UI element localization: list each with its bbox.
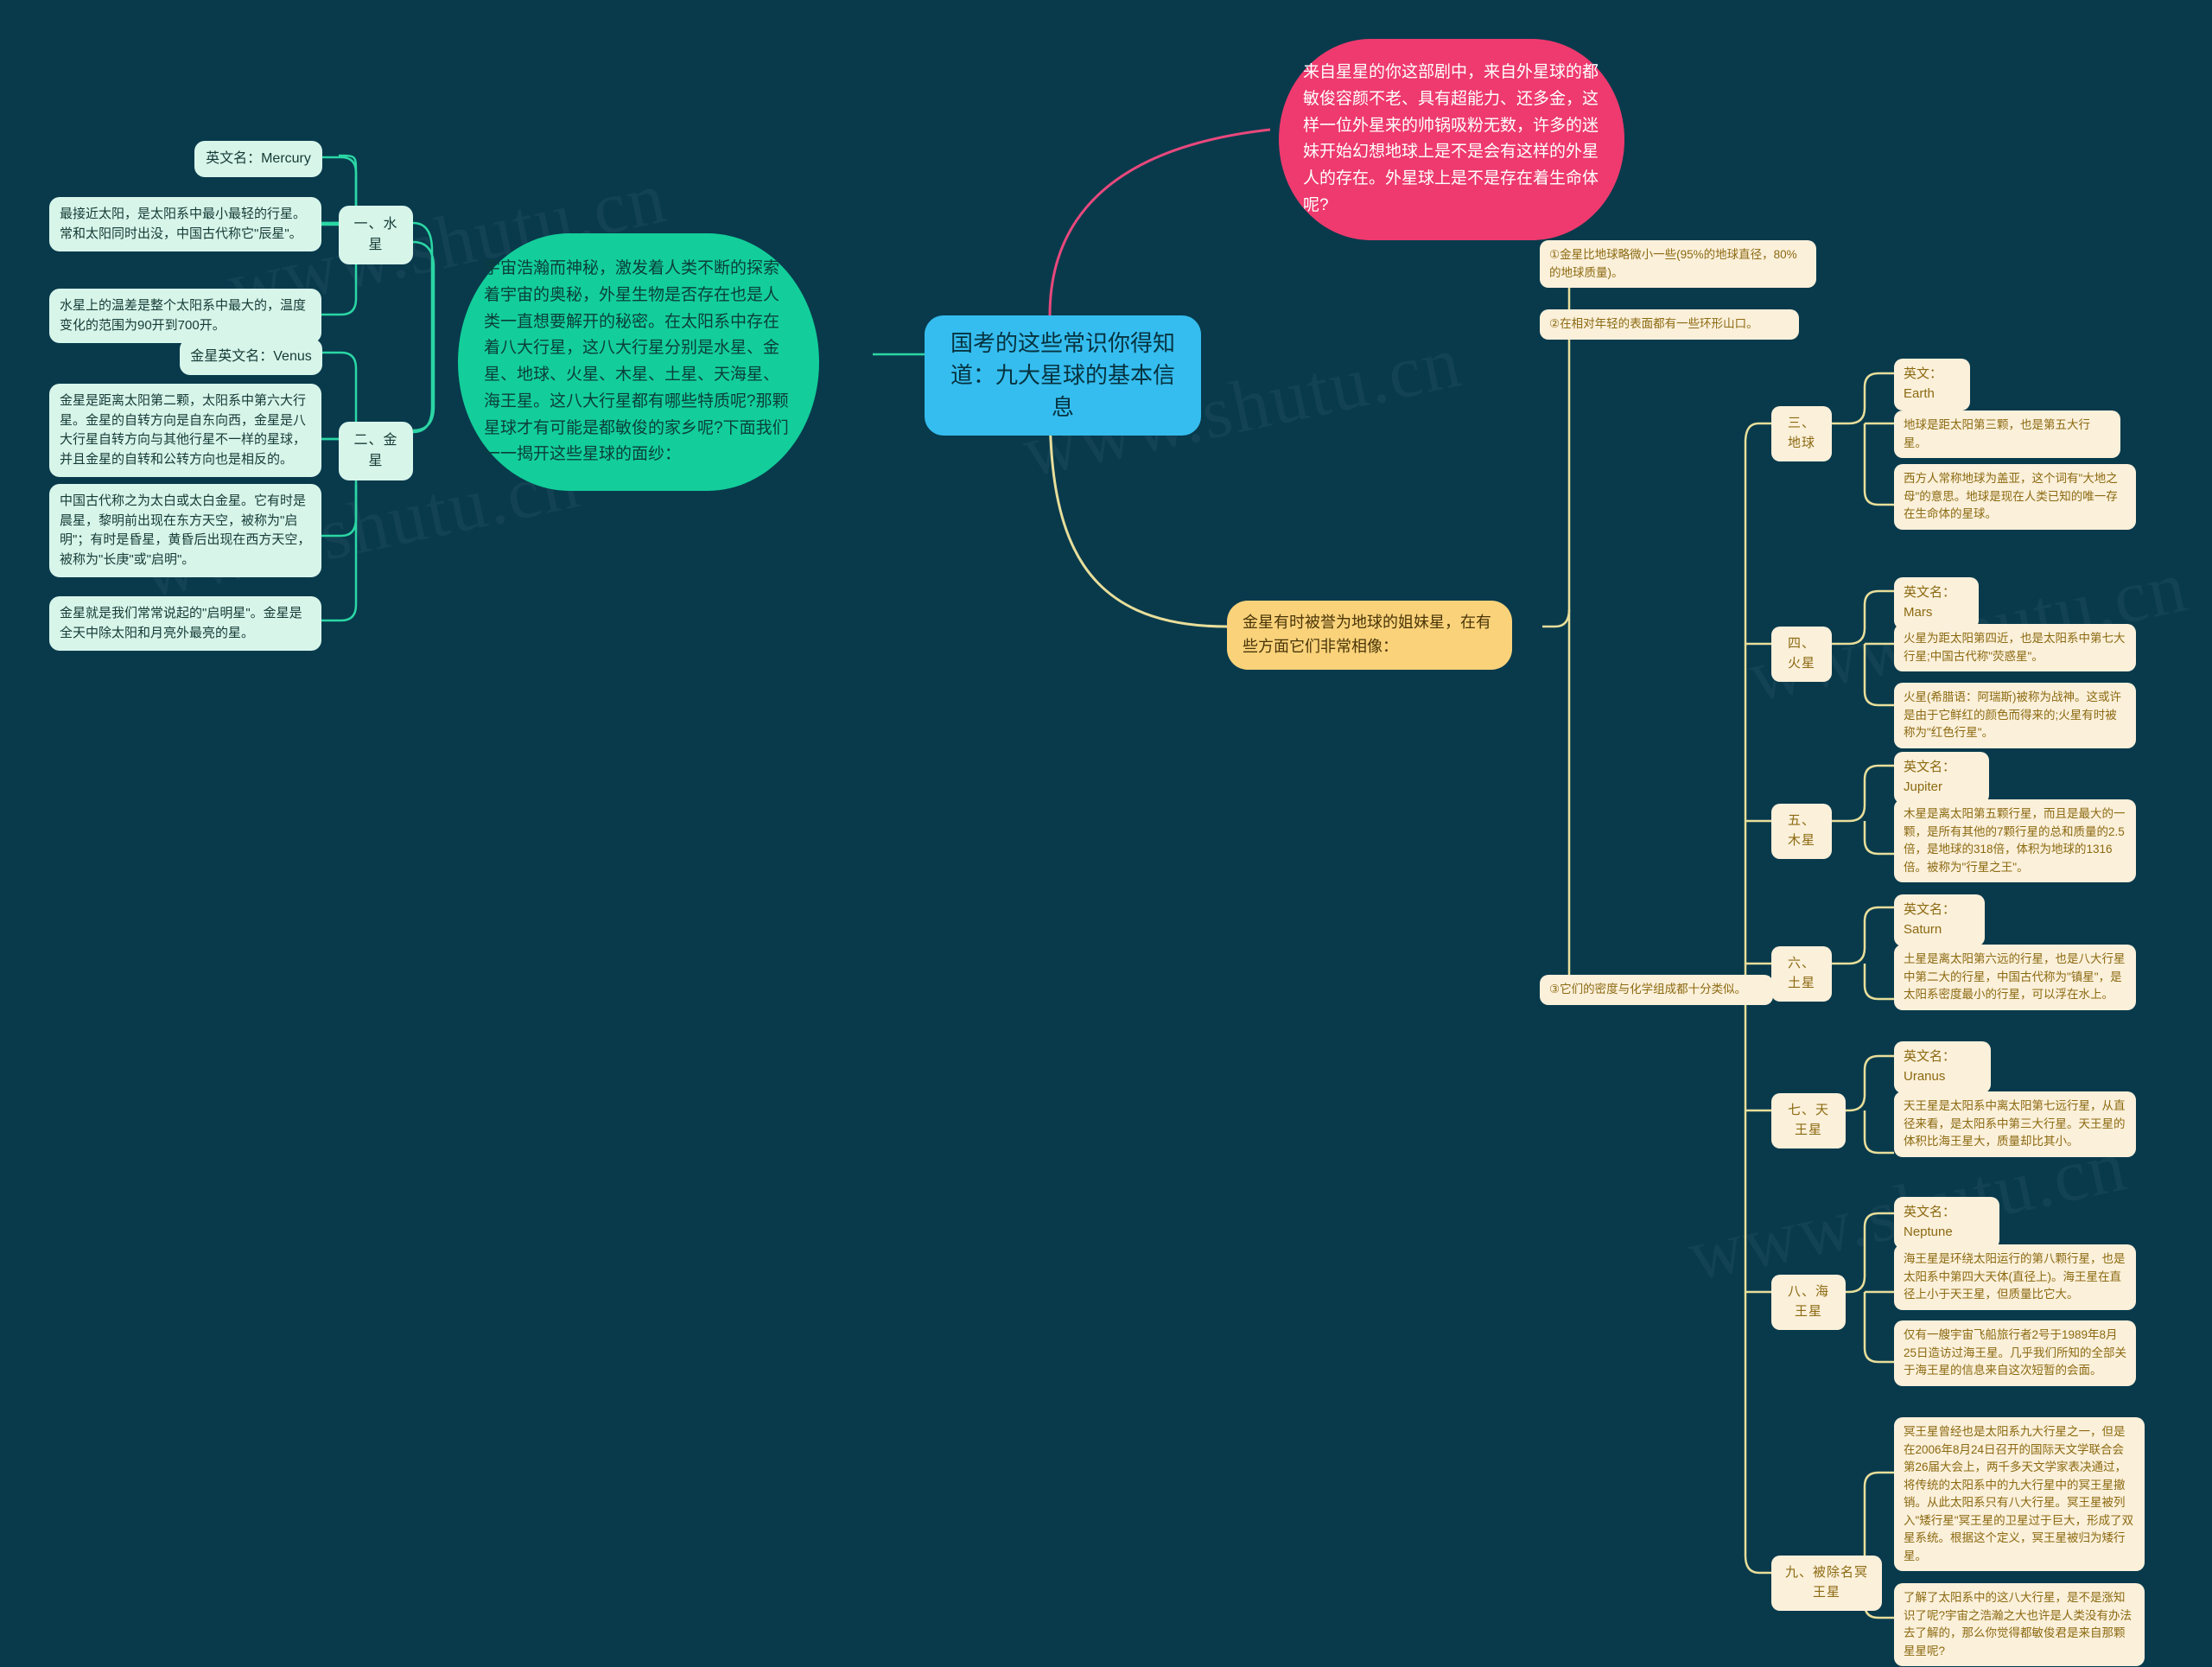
jupiter-english-name-label: 英文名：Jupiter xyxy=(1904,760,1956,794)
mars-detail-2-label: 火星(希腊语：阿瑞斯)被称为战神。这或许是由于它鲜红的颜色而得来的;火星有时被称… xyxy=(1904,690,2121,740)
earth-detail-1[interactable]: 地球是距太阳第三颗，也是第五大行星。 xyxy=(1894,410,2120,459)
venus-sister-note-2-label: ②在相对年轻的表面都有一些环形山口。 xyxy=(1549,317,1758,330)
branch-topic-earth-label: 三、地球 xyxy=(1787,416,1815,450)
venus-sister-note-1[interactable]: ①金星比地球略微小一些(95%的地球直径，80%的地球质量)。 xyxy=(1540,240,1816,289)
pluto-detail-2-label: 了解了太阳系中的这八大行星，是不是涨知识了呢?宇宙之浩瀚之大也许是人类没有办法去… xyxy=(1904,1591,2133,1657)
central-topic-node[interactable]: 国考的这些常识你得知道：九大星球的基本信息 xyxy=(925,315,1201,436)
earth-detail-1-label: 地球是距太阳第三颗，也是第五大行星。 xyxy=(1904,418,2090,449)
venus-sister-note-2[interactable]: ②在相对年轻的表面都有一些环形山口。 xyxy=(1540,309,1799,340)
pluto-detail-1-label: 冥王星曾经也是太阳系九大行星之一，但是在2006年8月24日召开的国际天文学联合… xyxy=(1904,1425,2134,1562)
branch-topic-mercury[interactable]: 一、水星 xyxy=(339,206,413,264)
neptune-english-name[interactable]: 英文名：Neptune xyxy=(1894,1197,1999,1249)
neptune-english-name-label: 英文名：Neptune xyxy=(1904,1205,1956,1239)
mercury-detail-2[interactable]: 水星上的温差是整个太阳系中最大的，温度变化的范围为90开到700开。 xyxy=(49,289,321,343)
earth-detail-2[interactable]: 西方人常称地球为盖亚，这个词有"大地之母"的意思。地球是现在人类已知的唯一存在生… xyxy=(1894,464,2136,530)
uranus-english-name[interactable]: 英文名：Uranus xyxy=(1894,1041,1991,1093)
pluto-detail-1[interactable]: 冥王星曾经也是太阳系九大行星之一，但是在2006年8月24日召开的国际天文学联合… xyxy=(1894,1417,2145,1572)
branch-topic-venus[interactable]: 二、金星 xyxy=(339,422,413,480)
neptune-detail-1[interactable]: 海王星是环绕太阳运行的第八颗行星，也是太阳系中第四大天体(直径上)。海王星在直径… xyxy=(1894,1244,2136,1310)
branch-topic-neptune[interactable]: 八、海王星 xyxy=(1771,1275,1846,1330)
mars-detail-1[interactable]: 火星为距太阳第四近，也是太阳系中第七大行星;中国古代称"荧惑星"。 xyxy=(1894,624,2136,672)
venus-detail-3[interactable]: 金星就是我们常常说起的"启明星"。金星是全天中除太阳和月亮外最亮的星。 xyxy=(49,596,321,651)
branch-topic-pluto[interactable]: 九、被除名冥王星 xyxy=(1771,1556,1882,1611)
venus-detail-3-label: 金星就是我们常常说起的"启明星"。金星是全天中除太阳和月亮外最亮的星。 xyxy=(60,606,302,640)
neptune-detail-2-label: 仅有一艘宇宙飞船旅行者2号于1989年8月25日造访过海王星。几乎我们所知的全部… xyxy=(1904,1328,2127,1378)
neptune-detail-1-label: 海王星是环绕太阳运行的第八颗行星，也是太阳系中第四大天体(直径上)。海王星在直径… xyxy=(1904,1252,2126,1301)
venus-detail-2-label: 中国古代称之为太白或太白金星。它有时是晨星，黎明前出现在东方天空，被称为"启明"… xyxy=(60,493,311,567)
branch-topic-uranus-label: 七、天王星 xyxy=(1787,1103,1829,1137)
venus-english-name-label: 金星英文名：Venus xyxy=(190,349,312,364)
mars-english-name-label: 英文名：Mars xyxy=(1904,585,1956,620)
intro-pink-bubble[interactable]: 来自星星的你这部剧中，来自外星球的都敏俊容颜不老、具有超能力、还多金，这样一位外… xyxy=(1279,39,1624,240)
jupiter-detail-1[interactable]: 木星是离太阳第五颗行星，而且是最大的一颗，是所有其他的7颗行星的总和质量的2.5… xyxy=(1894,799,2136,883)
mercury-detail-2-label: 水星上的温差是整个太阳系中最大的，温度变化的范围为90开到700开。 xyxy=(60,298,307,333)
mars-detail-2[interactable]: 火星(希腊语：阿瑞斯)被称为战神。这或许是由于它鲜红的颜色而得来的;火星有时被称… xyxy=(1894,683,2136,748)
branch-topic-mercury-label: 一、水星 xyxy=(353,217,398,252)
saturn-detail-1-label: 土星是离太阳第六远的行星，也是八大行星中第二大的行星，中国古代称为"镇星"，是太… xyxy=(1904,952,2126,1002)
venus-english-name[interactable]: 金星英文名：Venus xyxy=(180,339,322,375)
uranus-detail-1-label: 天王星是太阳系中离太阳第七远行星，从直径来看，是太阳系中第三大行星。天王星的体积… xyxy=(1904,1099,2126,1148)
saturn-detail-1[interactable]: 土星是离太阳第六远的行星，也是八大行星中第二大的行星，中国古代称为"镇星"，是太… xyxy=(1894,945,2136,1010)
venus-detail-2[interactable]: 中国古代称之为太白或太白金星。它有时是晨星，黎明前出现在东方天空，被称为"启明"… xyxy=(49,484,321,577)
saturn-english-name[interactable]: 英文名：Saturn xyxy=(1894,894,1985,946)
mars-detail-1-label: 火星为距太阳第四近，也是太阳系中第七大行星;中国古代称"荧惑星"。 xyxy=(1904,632,2126,663)
mercury-detail-1[interactable]: 最接近太阳，是太阳系中最小最轻的行星。常和太阳同时出没，中国古代称它"辰星"。 xyxy=(49,197,321,251)
saturn-english-name-label: 英文名：Saturn xyxy=(1904,902,1956,937)
central-topic-label: 国考的这些常识你得知道：九大星球的基本信息 xyxy=(950,330,1175,420)
neptune-detail-2[interactable]: 仅有一艘宇宙飞船旅行者2号于1989年8月25日造访过海王星。几乎我们所知的全部… xyxy=(1894,1320,2136,1386)
intro-green-bubble[interactable]: 宇宙浩瀚而神秘，激发着人类不断的探索着宇宙的奥秘，外星生物是否存在也是人类一直想… xyxy=(458,233,819,492)
branch-topic-saturn[interactable]: 六、土星 xyxy=(1771,946,1832,1002)
mercury-english-name-label: 英文名：Mercury xyxy=(206,151,311,166)
venus-detail-1-label: 金星是距离太阳第二颗，太阳系中第六大行星。金星的自转方向是自东向西，金星是八大行… xyxy=(60,393,307,467)
jupiter-english-name[interactable]: 英文名：Jupiter xyxy=(1894,752,1989,804)
mars-english-name[interactable]: 英文名：Mars xyxy=(1894,577,1979,629)
branch-topic-mars[interactable]: 四、火星 xyxy=(1771,627,1832,682)
branch-topic-saturn-label: 六、土星 xyxy=(1787,956,1815,990)
intro-pink-text: 来自星星的你这部剧中，来自外星球的都敏俊容颜不老、具有超能力、还多金，这样一位外… xyxy=(1303,63,1599,214)
branch-topic-mars-label: 四、火星 xyxy=(1787,636,1815,671)
branch-topic-pluto-label: 九、被除名冥王星 xyxy=(1784,1565,1868,1600)
pluto-detail-2[interactable]: 了解了太阳系中的这八大行星，是不是涨知识了呢?宇宙之浩瀚之大也许是人类没有办法去… xyxy=(1894,1583,2145,1667)
mercury-english-name[interactable]: 英文名：Mercury xyxy=(194,141,322,177)
uranus-detail-1[interactable]: 天王星是太阳系中离太阳第七远行星，从直径来看，是太阳系中第三大行星。天王星的体积… xyxy=(1894,1091,2136,1157)
intro-green-text: 宇宙浩瀚而神秘，激发着人类不断的探索着宇宙的奥秘，外星生物是否存在也是人类一直想… xyxy=(484,259,789,464)
branch-topic-earth[interactable]: 三、地球 xyxy=(1771,406,1832,461)
venus-sister-note-1-label: ①金星比地球略微小一些(95%的地球直径，80%的地球质量)。 xyxy=(1549,248,1797,279)
earth-detail-2-label: 西方人常称地球为盖亚，这个词有"大地之母"的意思。地球是现在人类已知的唯一存在生… xyxy=(1904,472,2118,521)
uranus-english-name-label: 英文名：Uranus xyxy=(1904,1049,1956,1084)
venus-detail-1[interactable]: 金星是距离太阳第二颗，太阳系中第六大行星。金星的自转方向是自东向西，金星是八大行… xyxy=(49,384,321,477)
branch-topic-neptune-label: 八、海王星 xyxy=(1787,1284,1829,1319)
mercury-detail-1-label: 最接近太阳，是太阳系中最小最轻的行星。常和太阳同时出没，中国古代称它"辰星"。 xyxy=(60,207,307,241)
earth-english-name[interactable]: 英文：Earth xyxy=(1894,359,1970,410)
mindmap-canvas: www.shutu.cn www.shutu.cn www.shutu.cn w… xyxy=(0,0,2212,1667)
venus-sister-label: 金星有时被誉为地球的姐妹星，在有些方面它们非常相像： xyxy=(1243,614,1491,655)
branch-topic-uranus[interactable]: 七、天王星 xyxy=(1771,1093,1846,1148)
connector-lines xyxy=(321,128,1894,1619)
earth-english-name-label: 英文：Earth xyxy=(1904,366,1943,401)
venus-sister-node[interactable]: 金星有时被誉为地球的姐妹星，在有些方面它们非常相像： xyxy=(1227,601,1512,670)
jupiter-detail-1-label: 木星是离太阳第五颗行星，而且是最大的一颗，是所有其他的7颗行星的总和质量的2.5… xyxy=(1904,807,2126,874)
branch-topic-venus-label: 二、金星 xyxy=(353,433,398,468)
venus-sister-note-3[interactable]: ③它们的密度与化学组成都十分类似。 xyxy=(1540,975,1773,1005)
venus-sister-note-3-label: ③它们的密度与化学组成都十分类似。 xyxy=(1549,983,1747,996)
branch-topic-jupiter[interactable]: 五、木星 xyxy=(1771,804,1832,859)
branch-topic-jupiter-label: 五、木星 xyxy=(1787,813,1815,848)
